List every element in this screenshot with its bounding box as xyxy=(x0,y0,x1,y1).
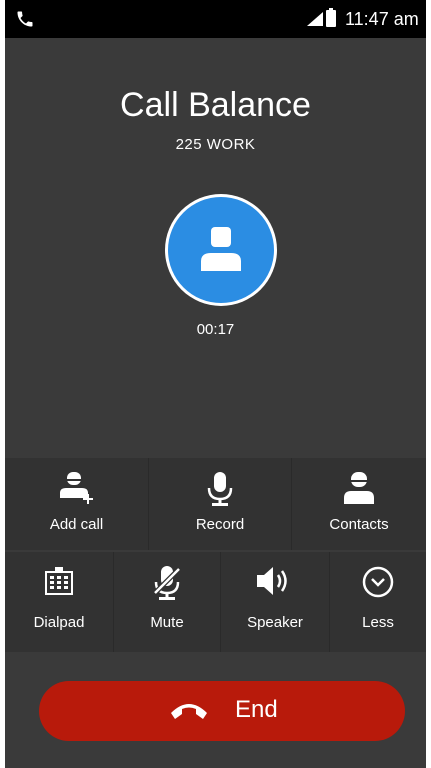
battery-icon xyxy=(326,8,336,27)
add-call-icon xyxy=(59,472,94,509)
contacts-button[interactable]: Contacts xyxy=(292,458,426,550)
mute-microphone-icon xyxy=(152,566,182,605)
caller-info: Call Balance 225 WORK 00:17 xyxy=(5,38,426,458)
mute-button[interactable]: Mute xyxy=(114,552,220,652)
status-time: 11:47 am xyxy=(345,9,419,29)
caller-number-label: 225 WORK xyxy=(175,136,256,153)
caller-avatar xyxy=(168,197,274,303)
in-call-screen: 11:47 am Call Balance 225 WORK 00:17 Add… xyxy=(5,0,426,768)
contacts-label: Contacts xyxy=(329,516,389,533)
speaker-button[interactable]: Speaker xyxy=(221,552,329,652)
call-controls-row-1: Add call Record Contacts xyxy=(5,458,426,550)
add-call-button[interactable]: Add call xyxy=(5,458,148,550)
speaker-label: Speaker xyxy=(247,614,303,631)
less-button[interactable]: Less xyxy=(330,552,426,652)
microphone-icon xyxy=(207,472,233,511)
record-label: Record xyxy=(195,516,245,533)
dialpad-label: Dialpad xyxy=(33,614,85,631)
caller-name: Call Balance xyxy=(120,86,311,124)
hang-up-icon xyxy=(171,704,207,719)
call-controls-row-2: Dialpad Mute Speaker Less xyxy=(5,552,426,652)
chevron-down-icon xyxy=(362,566,394,603)
phone-icon xyxy=(15,9,35,29)
end-call-area: End xyxy=(5,652,426,768)
contacts-icon xyxy=(344,472,374,509)
record-button[interactable]: Record xyxy=(149,458,291,550)
less-label: Less xyxy=(362,614,394,631)
dialpad-button[interactable]: Dialpad xyxy=(5,552,113,652)
end-call-label: End xyxy=(235,696,278,723)
end-call-button[interactable]: End xyxy=(39,681,405,741)
mute-label: Mute xyxy=(150,614,184,631)
signal-icon xyxy=(307,12,323,31)
speaker-icon xyxy=(257,566,293,601)
call-duration: 00:17 xyxy=(196,321,235,338)
person-icon xyxy=(201,227,241,271)
status-bar: 11:47 am xyxy=(5,0,426,38)
add-call-label: Add call xyxy=(49,516,104,533)
dialpad-icon xyxy=(44,566,74,601)
